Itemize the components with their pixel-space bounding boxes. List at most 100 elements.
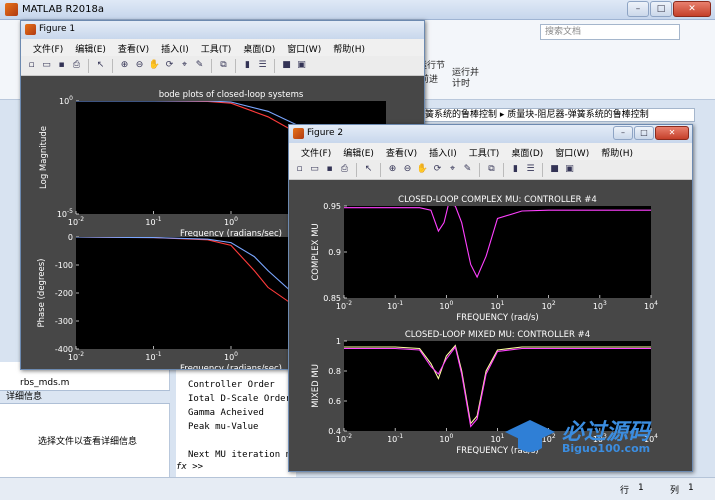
y-axis-label: COMPLEX MU [311,223,321,280]
menu-file[interactable]: 文件(F) [295,143,337,160]
watermark: 必过源码 Biguo100.com [500,412,690,465]
chart-title: bode plots of closed-loop systems [159,90,304,100]
row-label: 行 [620,486,630,496]
hide-plot-tools-icon[interactable]: ■ [548,163,561,176]
pan-icon[interactable]: ✋ [148,59,161,72]
data-cursor-icon[interactable]: ⌖ [178,59,191,72]
new-file-icon[interactable]: ▫ [25,59,38,72]
show-plot-tools-icon[interactable]: ▣ [295,59,308,72]
x-tick-label: 102 [542,300,556,311]
zoom-in-icon[interactable]: ⊕ [118,59,131,72]
hide-plot-tools-icon[interactable]: ■ [280,59,293,72]
menu-view[interactable]: 查看(V) [380,143,423,160]
x-tick-label: 100 [224,216,238,227]
minimize-button[interactable]: – [627,1,649,17]
pointer-icon[interactable]: ↖ [94,59,107,72]
show-plot-tools-icon[interactable]: ▣ [563,163,576,176]
brush-icon[interactable]: ✎ [193,59,206,72]
figure-icon [293,128,304,139]
legend-icon[interactable]: ☰ [524,163,537,176]
y-tick-label: 1 [336,337,341,346]
run-and-time-label[interactable]: 运行并计时 [452,68,482,90]
legend-icon[interactable]: ☰ [256,59,269,72]
save-icon[interactable]: ▪ [55,59,68,72]
y-tick-label: -300 [55,317,73,326]
figure-title: Figure 1 [39,24,76,34]
x-tick-label: 103 [593,300,607,311]
link-icon[interactable]: ⧉ [217,59,230,72]
brush-icon[interactable]: ✎ [461,163,474,176]
menu-edit[interactable]: 编辑(E) [337,143,380,160]
menu-tools[interactable]: 工具(T) [195,39,238,56]
menu-window[interactable]: 窗口(W) [549,143,595,160]
y-axis-label: Phase (degrees) [37,259,47,328]
link-icon[interactable]: ⧉ [485,163,498,176]
search-input[interactable]: 搜索文档 [540,24,680,40]
y-tick-label: -200 [55,289,73,298]
menu-tools[interactable]: 工具(T) [463,143,506,160]
current-folder-path[interactable]: 簧系统的鲁棒控制 ▸ 质量块-阻尼器-弹簧系统的鲁棒控制 [420,108,695,122]
y-tick-label: 0.9 [328,248,341,257]
command-line: Controller Order [188,380,275,390]
x-tick-label: 10-1 [387,433,403,444]
maximize-button[interactable]: □ [650,1,672,17]
menu-window[interactable]: 窗口(W) [281,39,327,56]
pan-icon[interactable]: ✋ [416,163,429,176]
x-tick-label: 100 [224,351,238,362]
data-cursor-icon[interactable]: ⌖ [446,163,459,176]
pointer-icon[interactable]: ↖ [362,163,375,176]
save-icon[interactable]: ▪ [323,163,336,176]
command-line: Iotal D-Scale Order [188,394,291,404]
file-item[interactable]: rbs_mds.m [20,378,69,388]
figure-icon [25,24,36,35]
figure-title: Figure 2 [307,128,344,138]
menu-insert[interactable]: 插入(I) [155,39,195,56]
open-folder-icon[interactable]: ▭ [308,163,321,176]
new-file-icon[interactable]: ▫ [293,163,306,176]
col-label: 列 [670,486,680,496]
menu-view[interactable]: 查看(V) [112,39,155,56]
menu-help[interactable]: 帮助(H) [327,39,371,56]
rotate-icon[interactable]: ⟳ [163,59,176,72]
menu-help[interactable]: 帮助(H) [595,143,639,160]
current-folder-pane: rbs_mds.m [0,362,170,477]
print-icon[interactable]: ⎙ [70,59,83,72]
y-axis-label: MIXED MU [311,364,321,408]
menu-desktop[interactable]: 桌面(D) [237,39,281,56]
x-tick-label: 104 [644,300,658,311]
maximize-button[interactable]: □ [634,126,654,140]
command-line: Gamma Acheived [188,408,264,418]
y-tick-label: 0.6 [328,397,341,406]
chart-title: CLOSED-LOOP MIXED MU: CONTROLLER #4 [405,330,590,340]
x-tick-label: 10-1 [145,216,161,227]
x-tick-label: 100 [439,300,453,311]
menu-edit[interactable]: 编辑(E) [69,39,112,56]
zoom-out-icon[interactable]: ⊖ [401,163,414,176]
matlab-logo-icon [5,3,18,16]
colorbar-icon[interactable]: ▮ [509,163,522,176]
command-prompt[interactable]: fx >> [176,462,203,472]
y-tick-label: 0.95 [323,202,341,211]
zoom-out-icon[interactable]: ⊖ [133,59,146,72]
menu-file[interactable]: 文件(F) [27,39,69,56]
zoom-in-icon[interactable]: ⊕ [386,163,399,176]
menu-desktop[interactable]: 桌面(D) [505,143,549,160]
minimize-button[interactable]: – [613,126,633,140]
figure-menu: 文件(F) 编辑(E) 查看(V) 插入(I) 工具(T) 桌面(D) 窗口(W… [21,39,424,56]
close-button[interactable]: ✕ [673,1,711,17]
x-tick-label: 101 [490,300,504,311]
rotate-icon[interactable]: ⟳ [431,163,444,176]
y-tick-label: -100 [55,261,73,270]
close-button[interactable]: ✕ [655,126,689,140]
y-tick-label: -400 [55,345,73,354]
x-axis-label: FREQUENCY (rad/s) [456,313,539,323]
open-folder-icon[interactable]: ▭ [40,59,53,72]
print-icon[interactable]: ⎙ [338,163,351,176]
y-tick-label: 0 [68,233,73,242]
menu-insert[interactable]: 插入(I) [423,143,463,160]
details-header: 详细信息 [0,390,170,404]
y-tick-label: 100 [59,95,73,106]
details-hint: 选择文件以查看详细信息 [38,437,138,447]
main-title-bar: MATLAB R2018a – □ ✕ [0,0,715,20]
colorbar-icon[interactable]: ▮ [241,59,254,72]
